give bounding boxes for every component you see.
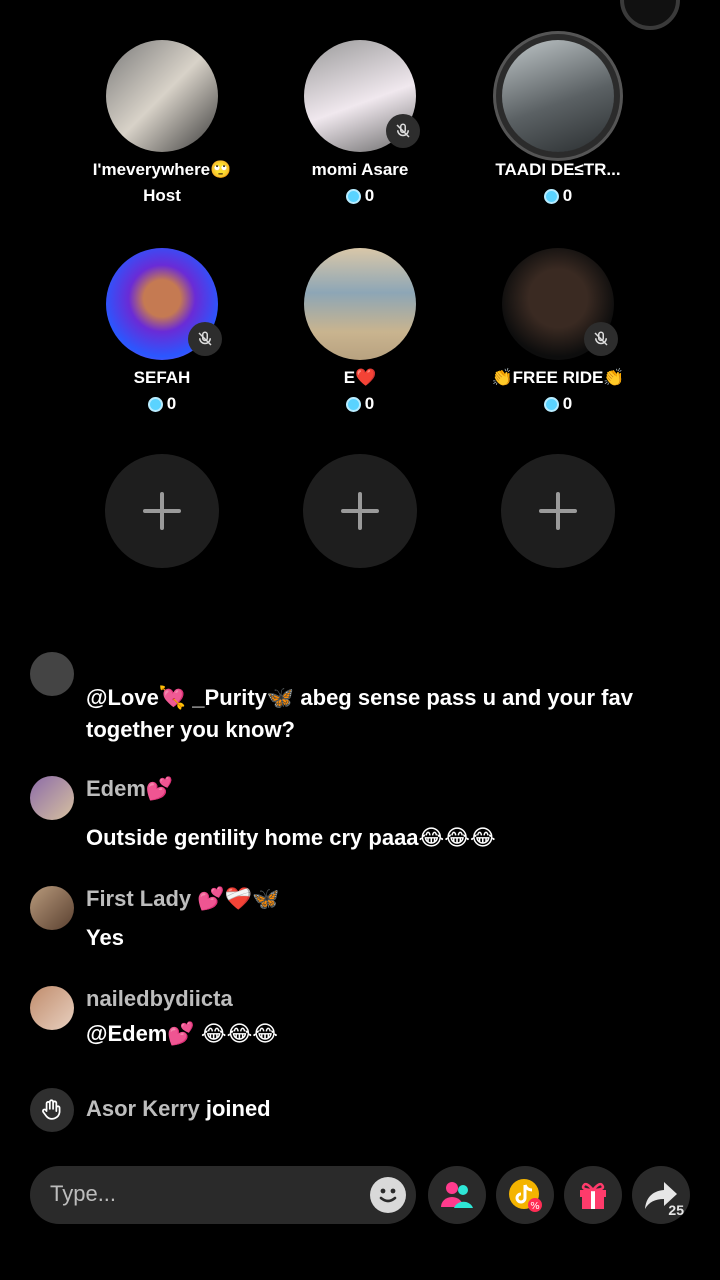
comment-input[interactable]: Type...: [30, 1166, 416, 1224]
coin-icon: [345, 188, 361, 204]
message-username[interactable]: nailedbydiicta: [86, 986, 233, 1012]
share-count: 25: [668, 1202, 684, 1218]
message-text: @Edem💕 😂😂😂: [86, 1021, 278, 1046]
plus-icon: [143, 492, 181, 530]
seat-name: I'meverywhere🙄: [92, 160, 232, 179]
mic-muted-icon: [386, 114, 420, 148]
message-text: Outside gentility home cry paaa😂😂😂: [86, 825, 496, 850]
coin-icon: [543, 188, 559, 204]
seat-name: 👏FREE RIDE👏: [491, 368, 625, 387]
seat-name: SEFAH: [133, 368, 191, 387]
coin-count: 0: [260, 186, 460, 206]
seat-host[interactable]: I'meverywhere🙄 Host: [62, 40, 262, 206]
guests-button[interactable]: [428, 1166, 486, 1224]
avatar-speaking: [502, 40, 614, 152]
message-text: @Love💘 _Purity🦋 abeg sense pass u and yo…: [86, 685, 633, 742]
avatar: [30, 652, 74, 696]
emoji-icon[interactable]: [370, 1177, 406, 1213]
avatar[interactable]: [30, 986, 74, 1030]
seat-name: TAADI DE≤TR...: [495, 160, 621, 179]
avatar: [304, 248, 416, 360]
coin-icon: [345, 396, 361, 412]
seat-name: momi Asare: [311, 160, 409, 179]
mic-muted-icon: [584, 322, 618, 356]
seat-free-ride[interactable]: 👏FREE RIDE👏 0: [458, 248, 658, 414]
wave-icon: [30, 1088, 74, 1132]
chat-message: First Lady 💕❤️‍🩹🦋 Yes: [30, 886, 690, 966]
seat-sefah[interactable]: SEFAH 0: [62, 248, 262, 414]
plus-icon: [341, 492, 379, 530]
gift-icon: [580, 1182, 606, 1209]
gift-button[interactable]: [564, 1166, 622, 1224]
host-label: Host: [143, 186, 181, 205]
coin-count: 0: [260, 394, 460, 414]
avatar[interactable]: [30, 776, 74, 820]
chat-message: nailedbydiicta @Edem💕 😂😂😂: [30, 986, 690, 1066]
message-username[interactable]: First Lady 💕❤️‍🩹🦋: [86, 886, 279, 912]
coin-icon: [543, 396, 559, 412]
tiktok-coupon-icon: %: [509, 1179, 542, 1212]
coin-count: 0: [62, 394, 262, 414]
share-button[interactable]: 25: [632, 1166, 690, 1224]
empty-seat-2[interactable]: [303, 454, 417, 568]
seat-name: E❤️: [343, 368, 377, 387]
avatar: [502, 248, 618, 360]
seat-taadi[interactable]: TAADI DE≤TR... 0: [458, 40, 658, 206]
chat-message: Edem💕 Outside gentility home cry paaa😂😂😂: [30, 776, 690, 856]
bottom-bar: Type... % 25: [30, 1166, 690, 1224]
input-placeholder: Type...: [50, 1181, 117, 1206]
seat-e[interactable]: E❤️ 0: [260, 248, 460, 414]
message-text: Yes: [86, 925, 124, 950]
join-text: Asor Kerry joined: [86, 1096, 271, 1121]
svg-text:%: %: [530, 1201, 540, 1212]
avatar[interactable]: [30, 886, 74, 930]
chat-message: @Love💘 _Purity🦋 abeg sense pass u and yo…: [30, 652, 690, 750]
coin-icon: [147, 396, 163, 412]
avatar: [106, 248, 222, 360]
join-notice: Asor Kerry joined: [30, 1088, 690, 1138]
users-icon: [441, 1182, 473, 1208]
seat-momi-asare[interactable]: momi Asare 0: [260, 40, 460, 206]
coin-count: 0: [458, 394, 658, 414]
coin-count: 0: [458, 186, 658, 206]
message-username[interactable]: Edem💕: [86, 776, 173, 802]
host-avatar: [106, 40, 218, 152]
plus-icon: [539, 492, 577, 530]
avatar: [304, 40, 420, 152]
corner-button[interactable]: [620, 0, 680, 30]
tiktok-promo-button[interactable]: %: [496, 1166, 554, 1224]
mic-muted-icon: [188, 322, 222, 356]
empty-seat-3[interactable]: [501, 454, 615, 568]
empty-seat-1[interactable]: [105, 454, 219, 568]
